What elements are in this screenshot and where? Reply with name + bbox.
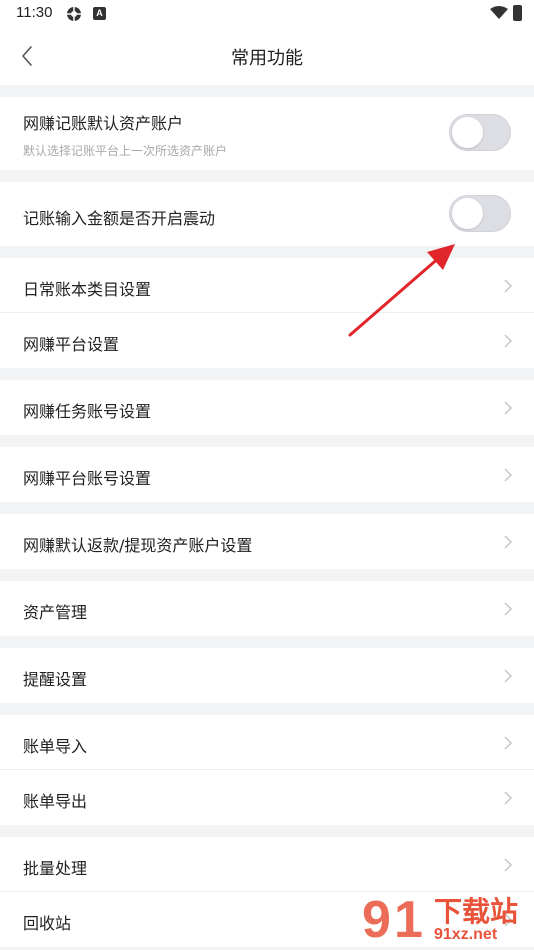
- default-account-row: 网赚记账默认资产账户 默认选择记账平台上一次所选资产账户: [0, 97, 534, 170]
- toggle-knob: [452, 117, 483, 148]
- import-label: 账单导入: [23, 737, 88, 756]
- default-account-toggle[interactable]: [449, 114, 511, 151]
- chevron-right-icon: [504, 736, 513, 750]
- task-account-row[interactable]: 网赚任务账号设置: [0, 380, 534, 435]
- platform-settings-label: 网赚平台设置: [23, 335, 120, 354]
- svg-text:9: 9: [362, 891, 391, 949]
- daily-category-row[interactable]: 日常账本类目设置: [0, 258, 534, 313]
- chevron-right-icon: [504, 279, 513, 293]
- reminder-label: 提醒设置: [23, 670, 88, 689]
- daily-category-label: 日常账本类目设置: [23, 280, 152, 299]
- keyboard-a-icon: A: [93, 7, 106, 20]
- vibrate-toggle[interactable]: [449, 195, 511, 232]
- asset-manage-label: 资产管理: [23, 603, 88, 622]
- import-row[interactable]: 账单导入: [0, 715, 534, 770]
- batch-row[interactable]: 批量处理: [0, 837, 534, 892]
- vibrate-row: 记账输入金额是否开启震动: [0, 182, 534, 246]
- toggle-knob: [452, 198, 483, 229]
- chevron-right-icon: [504, 669, 513, 683]
- vibrate-label: 记账输入金额是否开启震动: [23, 209, 216, 228]
- export-row[interactable]: 账单导出: [0, 770, 534, 825]
- platform-settings-row[interactable]: 网赚平台设置: [0, 313, 534, 368]
- chevron-right-icon: [504, 334, 513, 348]
- batch-label: 批量处理: [23, 859, 88, 878]
- platform-account-row[interactable]: 网赚平台账号设置: [0, 447, 534, 502]
- chevron-right-icon: [504, 468, 513, 482]
- chevron-right-icon: [504, 535, 513, 549]
- svg-text:1: 1: [394, 891, 423, 949]
- chevron-right-icon: [504, 858, 513, 872]
- platform-account-label: 网赚平台账号设置: [23, 469, 152, 488]
- refund-account-row[interactable]: 网赚默认返款/提现资产账户设置: [0, 514, 534, 569]
- page-title: 常用功能: [231, 48, 303, 69]
- refund-account-label: 网赚默认返款/提现资产账户设置: [23, 536, 253, 555]
- reminder-row[interactable]: 提醒设置: [0, 648, 534, 703]
- default-account-label: 网赚记账默认资产账户: [23, 114, 184, 133]
- watermark-domain: 91xz.net: [434, 926, 498, 943]
- status-bar: 11:30 A: [0, 0, 534, 28]
- nav-bar: 常用功能: [0, 28, 534, 85]
- export-label: 账单导出: [23, 792, 88, 811]
- task-account-label: 网赚任务账号设置: [23, 402, 152, 421]
- recycle-label: 回收站: [23, 914, 72, 933]
- default-account-sub: 默认选择记账平台上一次所选资产账户: [23, 144, 228, 158]
- wifi-icon: [490, 6, 508, 19]
- asset-manage-row[interactable]: 资产管理: [0, 581, 534, 636]
- chevron-right-icon: [504, 602, 513, 616]
- watermark-brand: 下载站: [434, 895, 519, 928]
- chevron-right-icon: [504, 401, 513, 415]
- status-time: 11:30: [16, 4, 53, 21]
- battery-icon: [513, 5, 522, 21]
- sync-icon: [67, 7, 81, 21]
- chevron-right-icon: [504, 791, 513, 805]
